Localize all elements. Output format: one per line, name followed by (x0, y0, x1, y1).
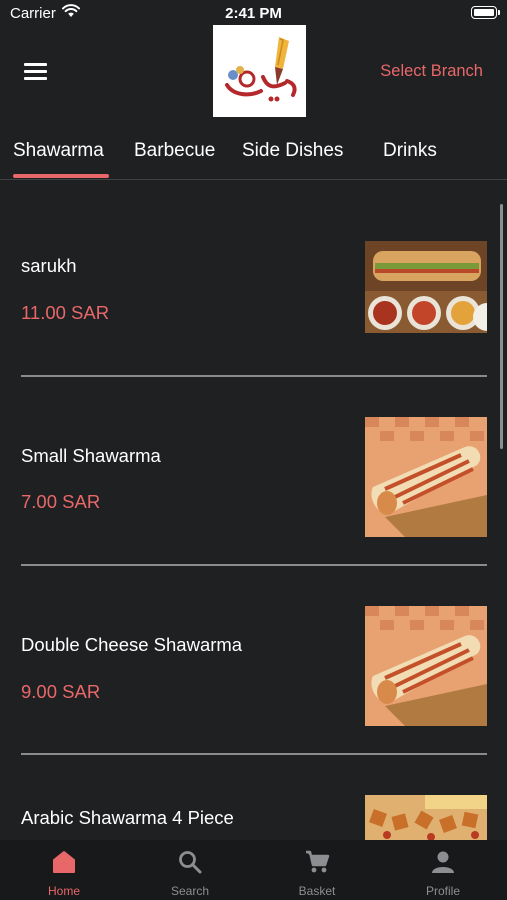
product-price: 7.00 SAR (21, 491, 101, 512)
tab-profile[interactable]: Profile (380, 840, 506, 900)
battery-icon (471, 6, 500, 19)
divider (21, 564, 487, 566)
list-item[interactable]: Arabic Shawarma 4 Piece (0, 795, 507, 840)
product-name: sarukh (21, 255, 77, 276)
tab-shawarma[interactable]: Shawarma (13, 140, 104, 162)
product-list[interactable]: sarukh 11.00 SAR Small Shawarma 7.00 SAR (0, 180, 507, 840)
bottom-tab-bar: Home Search Basket Profile (0, 840, 507, 900)
profile-icon (432, 851, 454, 873)
status-time: 2:41 PM (225, 5, 282, 22)
product-name: Arabic Shawarma 4 Piece (21, 807, 234, 828)
search-icon (179, 851, 202, 874)
tab-label: Search (170, 884, 210, 898)
product-price: 9.00 SAR (21, 681, 101, 702)
status-bar: Carrier 2:41 PM (0, 0, 507, 28)
tab-label: Home (47, 884, 80, 898)
tab-home[interactable]: Home (1, 840, 127, 900)
app-header: Select Branch (0, 25, 507, 120)
shawarma-wrap-image (365, 417, 487, 537)
arabic-shawarma-pieces-image (365, 795, 487, 840)
list-item[interactable]: Double Cheese Shawarma 9.00 SAR (0, 606, 507, 756)
tab-search[interactable]: Search (127, 840, 253, 900)
tab-label: Basket (298, 884, 336, 898)
sandwich-with-dips-image (365, 241, 487, 333)
select-branch-button[interactable]: Select Branch (380, 62, 483, 81)
cart-icon (306, 850, 330, 873)
home-icon (53, 851, 75, 873)
list-item[interactable]: sarukh 11.00 SAR (0, 236, 507, 386)
tab-label: Profile (425, 884, 460, 898)
active-tab-indicator (13, 174, 109, 178)
shawarma-wrap-image (365, 606, 487, 726)
divider (21, 753, 487, 755)
tab-side-dishes[interactable]: Side Dishes (242, 140, 343, 162)
product-name: Small Shawarma (21, 445, 161, 466)
tab-drinks[interactable]: Drinks (383, 140, 437, 162)
product-price: 11.00 SAR (21, 302, 110, 323)
scrollbar[interactable] (500, 204, 503, 449)
category-tabs: Shawarma Barbecue Side Dishes Drinks (0, 128, 507, 180)
divider (21, 375, 487, 377)
menu-icon[interactable] (24, 63, 47, 81)
tab-barbecue[interactable]: Barbecue (134, 140, 215, 162)
tab-basket[interactable]: Basket (254, 840, 380, 900)
list-item[interactable]: Small Shawarma 7.00 SAR (0, 416, 507, 566)
brand-logo (213, 25, 306, 117)
product-name: Double Cheese Shawarma (21, 634, 243, 655)
